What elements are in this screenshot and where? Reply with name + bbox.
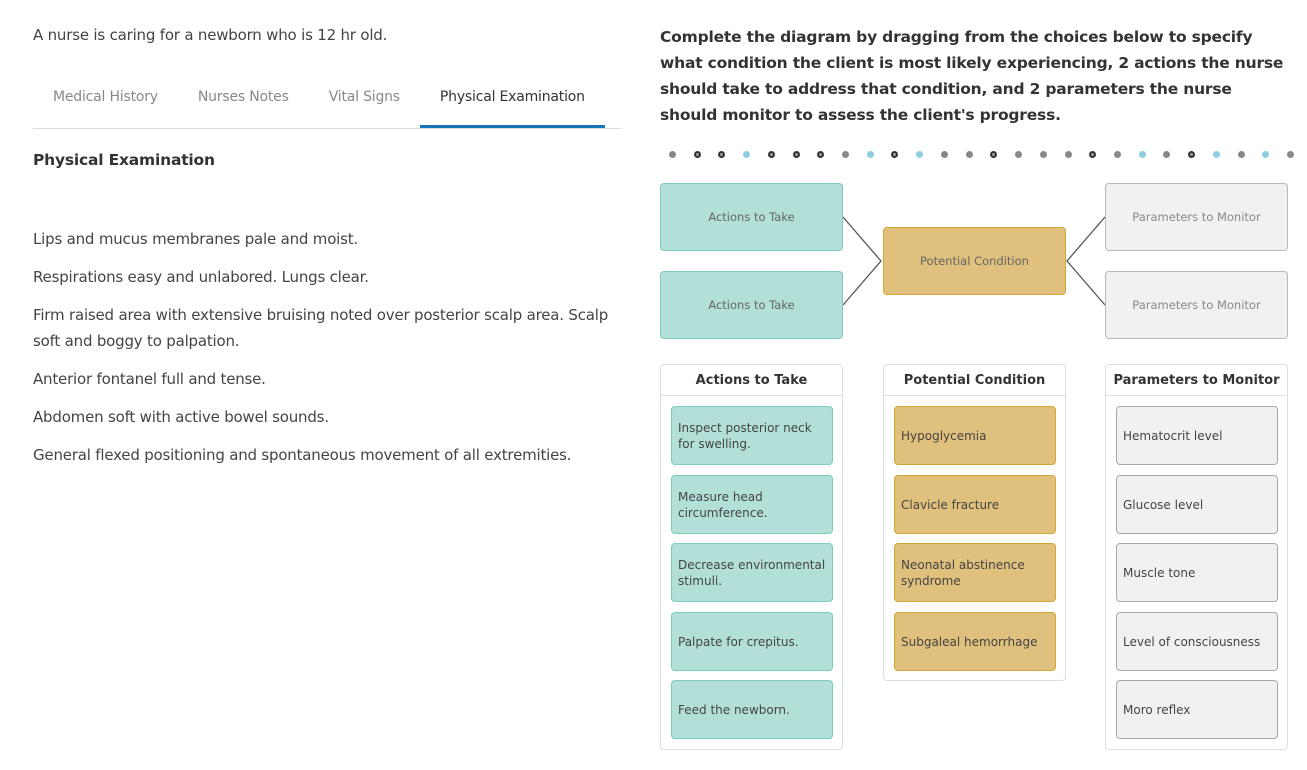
choice-condition[interactable]: Subgaleal hemorrhage [894,612,1056,671]
progress-dot-6[interactable] [792,150,800,158]
progress-dot-8[interactable] [842,150,850,158]
progress-dot-17[interactable] [1064,150,1072,158]
progress-dot-3[interactable] [718,150,726,158]
action-drop-slot-2[interactable]: Actions to Take [660,271,843,339]
choice-parameter[interactable]: Moro reflex [1116,680,1278,739]
progress-dot-24[interactable] [1237,150,1245,158]
progress-dot-2[interactable] [693,150,701,158]
tab-nurses-notes[interactable]: Nurses Notes [178,78,309,128]
finding: General flexed positioning and spontaneo… [33,446,572,464]
progress-dot-10[interactable] [891,150,899,158]
progress-dot-20[interactable] [1138,150,1146,158]
progress-dot-1[interactable] [669,150,676,158]
progress-dot-22[interactable] [1188,150,1196,158]
connector-right [1066,216,1106,306]
progress-dot-23[interactable] [1212,150,1220,158]
choice-action[interactable]: Measure head circumference. [671,475,833,534]
finding: Firm raised area with extensive bruising… [33,306,609,350]
choice-condition[interactable]: Clavicle fracture [894,475,1056,534]
conditions-bank: Potential Condition Hypoglycemia Clavicl… [883,364,1066,681]
progress-dot-19[interactable] [1113,150,1121,158]
tab-medical-history[interactable]: Medical History [33,78,178,128]
tab-bar: Medical History Nurses Notes Vital Signs… [33,78,621,129]
progress-dot-14[interactable] [990,150,998,158]
progress-dot-7[interactable] [817,150,825,158]
action-drop-slot-1[interactable]: Actions to Take [660,183,843,251]
progress-dot-13[interactable] [965,150,973,158]
tab-physical-examination[interactable]: Physical Examination [419,78,605,128]
connector-left [842,216,882,306]
choice-parameter[interactable]: Muscle tone [1116,543,1278,602]
choice-parameter[interactable]: Level of consciousness [1116,612,1278,671]
finding: Anterior fontanel full and tense. [33,370,266,388]
finding: Abdomen soft with active bowel sounds. [33,408,329,426]
progress-dot-21[interactable] [1163,150,1171,158]
progress-dot-11[interactable] [916,150,924,158]
tab-vital-signs[interactable]: Vital Signs [309,78,420,128]
choice-condition[interactable]: Hypoglycemia [894,406,1056,465]
actions-bank: Actions to Take Inspect posterior neck f… [660,364,843,750]
parameter-drop-slot-1[interactable]: Parameters to Monitor [1105,183,1288,251]
choice-parameter[interactable]: Glucose level [1116,475,1278,534]
scenario-text: A nurse is caring for a newborn who is 1… [33,26,388,44]
choice-action[interactable]: Inspect posterior neck for swelling. [671,406,833,465]
progress-dot-12[interactable] [940,150,948,158]
progress-dot-16[interactable] [1039,150,1047,158]
choice-condition[interactable]: Neonatal abstinence syndrome [894,543,1056,602]
finding: Lips and mucus membranes pale and moist. [33,230,359,248]
finding: Respirations easy and unlabored. Lungs c… [33,268,369,286]
conditions-bank-title: Potential Condition [884,365,1065,396]
progress-dot-5[interactable] [767,150,775,158]
progress-dot-25[interactable] [1262,150,1270,158]
choice-action[interactable]: Feed the newborn. [671,680,833,739]
progress-dot-26[interactable] [1286,150,1294,158]
progress-dot-4[interactable] [743,150,751,158]
findings-list: Lips and mucus membranes pale and moist.… [33,226,623,480]
progress-dot-15[interactable] [1015,150,1023,158]
section-title: Physical Examination [33,151,215,169]
choice-action[interactable]: Palpate for crepitus. [671,612,833,671]
choice-parameter[interactable]: Hematocrit level [1116,406,1278,465]
instructions: Complete the diagram by dragging from th… [660,28,1284,124]
parameters-bank-title: Parameters to Monitor [1106,365,1287,396]
progress-dot-18[interactable] [1089,150,1097,158]
progress-dot-9[interactable] [866,150,874,158]
condition-drop-slot[interactable]: Potential Condition [883,227,1066,295]
question-progress [669,150,1294,158]
parameter-drop-slot-2[interactable]: Parameters to Monitor [1105,271,1288,339]
choice-action[interactable]: Decrease environmental stimuli. [671,543,833,602]
parameters-bank: Parameters to Monitor Hematocrit level G… [1105,364,1288,750]
actions-bank-title: Actions to Take [661,365,842,396]
